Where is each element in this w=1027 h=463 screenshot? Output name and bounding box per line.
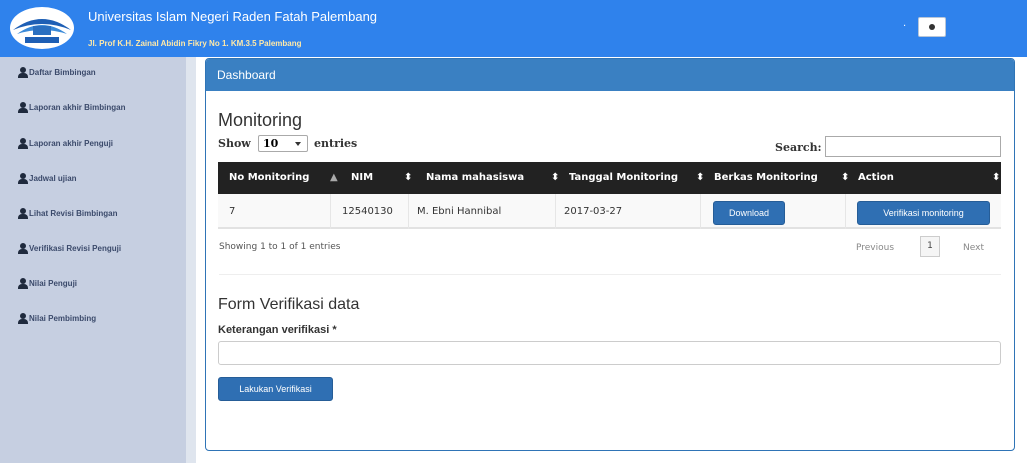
sidebar-item-laporan-akhir-penguji[interactable]: Laporan akhir Penguji	[18, 136, 113, 150]
sort-icon: ⬍	[404, 172, 413, 183]
university-address: Jl. Prof K.H. Zainal Abidin Fikry No 1. …	[88, 39, 302, 48]
column-header-tanggal-monitoring[interactable]: Tanggal Monitoring	[569, 162, 678, 194]
settings-button[interactable]	[918, 17, 946, 37]
user-icon	[18, 137, 28, 149]
sort-icon: ⬍	[992, 172, 1001, 183]
table-info: Showing 1 to 1 of 1 entries	[219, 242, 341, 252]
cell-tanggal-monitoring: 2017-03-27	[564, 206, 623, 217]
keterangan-label: Keterangan verifikasi *	[218, 324, 337, 336]
user-icon	[18, 277, 28, 289]
sidebar-item-verifikasi-revisi-penguji[interactable]: Verifikasi Revisi Penguji	[18, 241, 121, 255]
cell-nama-mahasiswa: M. Ebni Hannibal	[417, 206, 502, 217]
sidebar-item-laporan-akhir-bimbingan[interactable]: Laporan akhir Bimbingan	[18, 100, 125, 114]
user-icon	[18, 242, 28, 254]
keterangan-verifikasi-input[interactable]	[218, 341, 1001, 365]
column-divider	[555, 194, 556, 229]
user-icon	[18, 172, 28, 184]
sidebar-item-nilai-penguji[interactable]: Nilai Penguji	[18, 276, 77, 290]
column-header-berkas-monitoring[interactable]: Berkas Monitoring	[714, 162, 818, 194]
pagination-next[interactable]: Next	[963, 243, 984, 253]
lakukan-verifikasi-button[interactable]: Lakukan Verifikasi	[218, 377, 333, 401]
sidebar-item-lihat-revisi-bimbingan[interactable]: Lihat Revisi Bimbingan	[18, 206, 117, 220]
sidebar-item-jadwal-ujian[interactable]: Jadwal ujian	[18, 171, 77, 185]
show-label: Show	[218, 137, 251, 150]
entries-select-value: 10	[263, 137, 279, 150]
sidebar	[0, 57, 186, 463]
settings-icon	[929, 24, 935, 30]
pagination-page-1[interactable]: 1	[920, 236, 940, 257]
sort-icon: ⬍	[841, 172, 850, 183]
sidebar-item-label: Verifikasi Revisi Penguji	[29, 243, 122, 253]
user-icon	[18, 207, 28, 219]
section-divider	[219, 274, 1001, 275]
sidebar-item-label: Nilai Penguji	[29, 278, 78, 288]
sidebar-item-label: Laporan akhir Penguji	[29, 138, 114, 148]
verifikasi-monitoring-button[interactable]: Verifikasi monitoring	[857, 201, 990, 225]
column-header-nama-mahasiswa[interactable]: Nama mahasiswa	[426, 162, 524, 194]
navbar-dot: ·	[903, 21, 907, 32]
user-icon	[18, 312, 28, 324]
sort-icon: ⬍	[551, 172, 560, 183]
university-name: Universitas Islam Negeri Raden Fatah Pal…	[88, 9, 378, 24]
sidebar-item-nilai-pembimbing[interactable]: Nilai Pembimbing	[18, 311, 96, 325]
column-divider	[845, 194, 846, 229]
cell-nim: 12540130	[342, 206, 393, 217]
university-logo	[10, 7, 74, 49]
search-input[interactable]	[825, 136, 1001, 157]
pagination-previous[interactable]: Previous	[856, 243, 894, 253]
sidebar-item-label: Lihat Revisi Bimbingan	[29, 208, 118, 218]
sidebar-edge	[186, 57, 196, 463]
sort-icon: ⬍	[696, 172, 705, 183]
sidebar-item-daftar-bimbingan[interactable]: Daftar Bimbingan	[18, 65, 96, 79]
download-button[interactable]: Download	[713, 201, 785, 225]
column-header-action[interactable]: Action	[858, 162, 894, 194]
cell-no-monitoring: 7	[229, 206, 236, 217]
monitoring-title: Monitoring	[218, 110, 303, 130]
column-divider	[700, 194, 701, 229]
column-divider	[408, 194, 409, 229]
table-header: No Monitoring ▲ NIM ⬍ Nama mahasiswa ⬍ T…	[218, 162, 1001, 194]
user-icon	[18, 66, 28, 78]
sidebar-item-label: Nilai Pembimbing	[29, 313, 97, 323]
form-title: Form Verifikasi data	[218, 296, 360, 313]
chevron-down-icon	[295, 142, 301, 146]
user-icon	[18, 101, 28, 113]
entries-select[interactable]: 10	[258, 135, 308, 152]
sort-asc-icon: ▲	[330, 172, 338, 183]
top-navbar: Universitas Islam Negeri Raden Fatah Pal…	[0, 0, 1027, 57]
sidebar-item-label: Daftar Bimbingan	[29, 67, 96, 77]
card-title: Dashboard	[206, 59, 1014, 91]
search-label: Search:	[775, 141, 822, 154]
sidebar-item-label: Jadwal ujian	[29, 173, 77, 183]
entries-label: entries	[314, 137, 358, 150]
column-header-nim[interactable]: NIM	[351, 162, 373, 194]
column-divider	[330, 194, 331, 229]
sidebar-item-label: Laporan akhir Bimbingan	[29, 102, 126, 112]
column-header-no-monitoring[interactable]: No Monitoring	[229, 162, 309, 194]
